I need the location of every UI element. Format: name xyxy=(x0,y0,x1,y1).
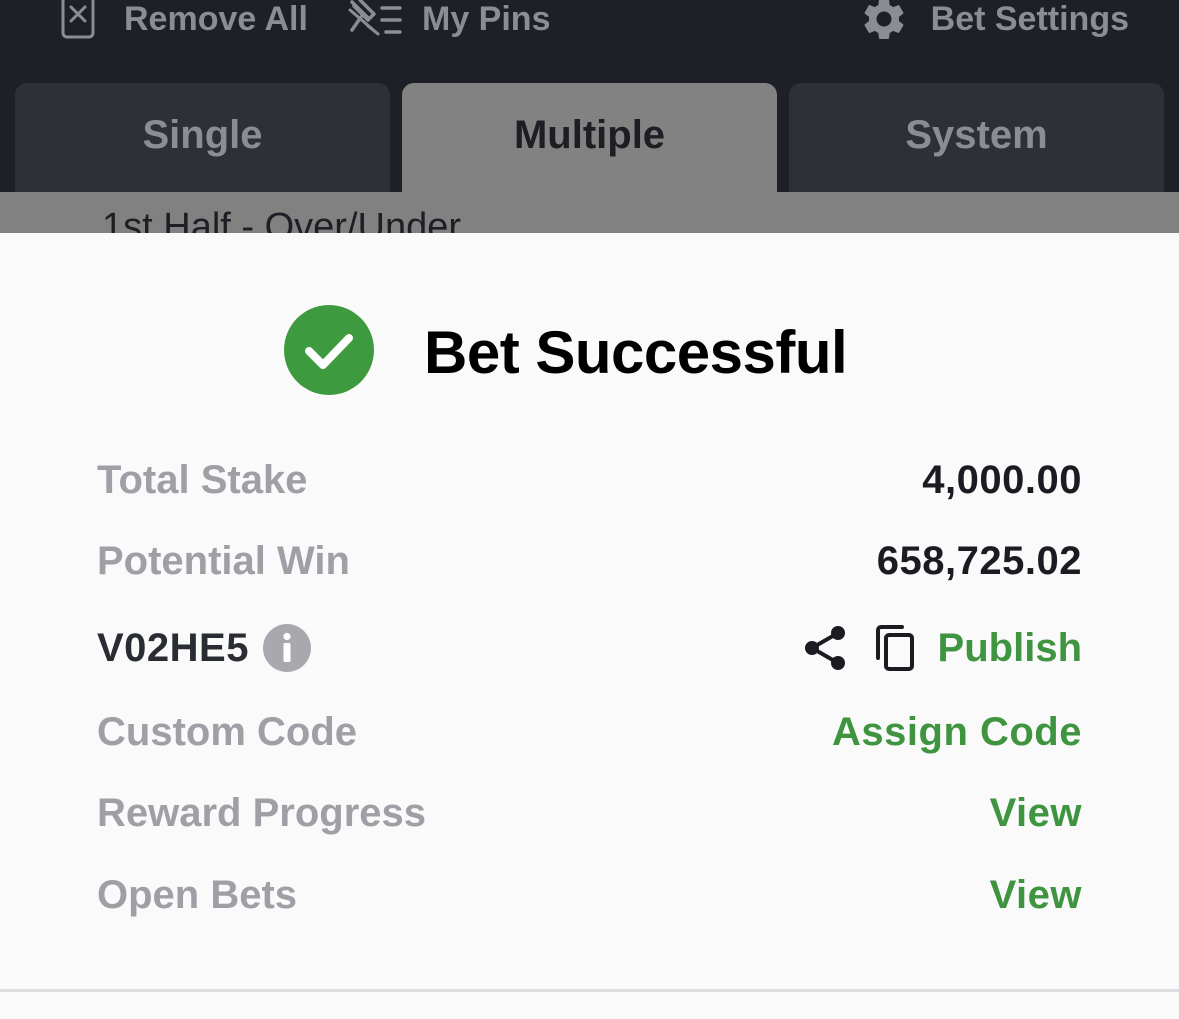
reward-progress-label: Reward Progress xyxy=(97,791,427,835)
bet-slip-header: Remove All My Pins Bet Settings Single M… xyxy=(0,0,1179,192)
unpin-list-icon xyxy=(348,0,402,36)
bet-success-sheet: Bet Successful Total Stake 4,000.00 Pote… xyxy=(0,233,1179,1019)
tab-multiple[interactable]: Multiple xyxy=(402,83,777,192)
bet-type-tabs: Single Multiple System xyxy=(15,83,1164,192)
publish-button[interactable]: Publish xyxy=(938,626,1082,671)
tab-single[interactable]: Single xyxy=(15,83,390,192)
gear-icon xyxy=(864,0,904,40)
assign-code-button[interactable]: Assign Code xyxy=(832,710,1082,755)
total-stake-value: 4,000.00 xyxy=(922,458,1082,502)
potential-win-value: 658,725.02 xyxy=(876,539,1082,583)
close-box-icon xyxy=(61,0,95,39)
reward-progress-view-button[interactable]: View xyxy=(990,791,1082,836)
sheet-divider xyxy=(0,989,1179,992)
remove-all-label: Remove All xyxy=(124,0,308,38)
booking-code: V02HE5 xyxy=(97,625,249,670)
check-circle-icon xyxy=(284,305,374,395)
slip-overlay-peek: 1st Half - Over/Under xyxy=(0,192,1179,233)
bet-settings-button[interactable]: Bet Settings xyxy=(859,0,1129,40)
remove-all-button[interactable]: Remove All xyxy=(60,0,308,39)
my-pins-button[interactable]: My Pins xyxy=(348,0,550,38)
my-pins-label: My Pins xyxy=(422,0,551,38)
success-title: Bet Successful xyxy=(424,319,848,386)
code-actions: Publish xyxy=(804,624,1082,672)
booking-code-row: V02HE5 xyxy=(97,624,311,672)
potential-win-label: Potential Win xyxy=(97,539,350,583)
share-icon[interactable] xyxy=(804,625,846,671)
tab-system[interactable]: System xyxy=(789,83,1164,192)
info-icon[interactable] xyxy=(262,624,311,672)
market-name-peek: 1st Half - Over/Under xyxy=(102,206,461,233)
bet-settings-label: Bet Settings xyxy=(930,0,1129,38)
total-stake-label: Total Stake xyxy=(97,458,308,502)
custom-code-label: Custom Code xyxy=(97,710,357,754)
open-bets-view-button[interactable]: View xyxy=(990,873,1082,918)
open-bets-label: Open Bets xyxy=(97,873,298,917)
copy-icon[interactable] xyxy=(874,624,916,672)
